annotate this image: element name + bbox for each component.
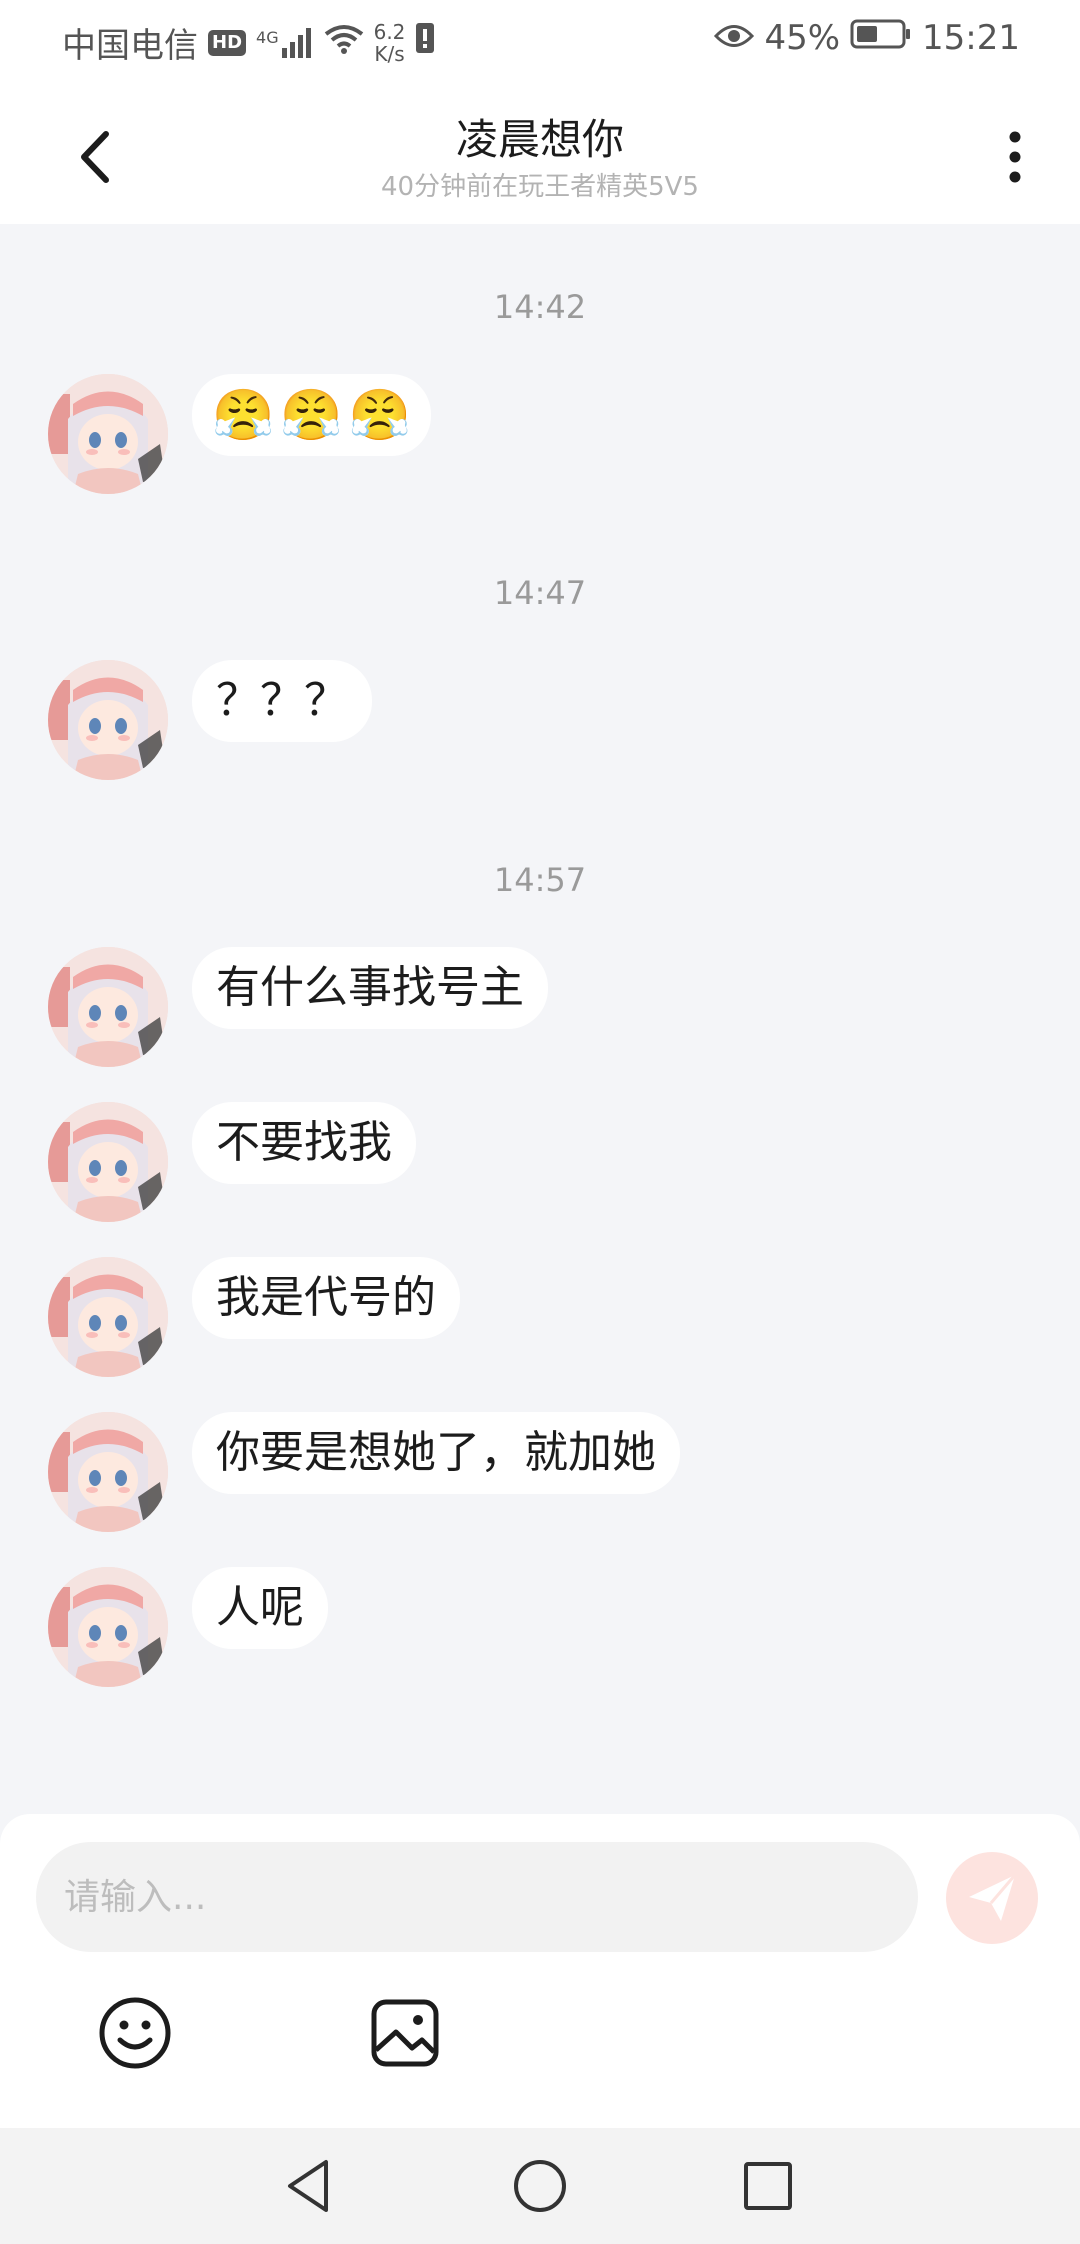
emoji: 😤 xyxy=(212,386,275,444)
contact-name: 凌晨想你 xyxy=(455,115,624,164)
message-bubble[interactable]: 人呢 xyxy=(192,1567,328,1649)
send-icon xyxy=(969,1874,1017,1921)
status-left: 中国电信 HD 4G 6.2 K/s xyxy=(62,18,435,67)
message-bubble[interactable]: 不要找我 xyxy=(192,1102,416,1184)
emoji: 😤 xyxy=(280,386,343,444)
timestamp: 14:42 xyxy=(493,288,587,326)
status-bar: 中国电信 HD 4G 6.2 K/s 45% 15:21 xyxy=(0,0,1080,82)
send-button[interactable] xyxy=(946,1852,1038,1944)
nav-recent-button[interactable] xyxy=(736,2154,800,2218)
eye-icon xyxy=(714,18,755,58)
message-row: 人呢 xyxy=(48,1567,328,1687)
message-bubble[interactable]: 你要是想她了，就加她 xyxy=(192,1412,680,1494)
message-row: 有什么事找号主 xyxy=(48,947,548,1067)
avatar[interactable] xyxy=(48,1257,168,1377)
nav-home-button[interactable] xyxy=(508,2154,572,2218)
square-recent-icon xyxy=(744,2162,792,2210)
battery-icon xyxy=(850,18,912,58)
message-bubble[interactable]: ？？？ xyxy=(192,660,372,742)
avatar[interactable] xyxy=(48,374,168,494)
circle-home-icon xyxy=(514,2160,566,2212)
wifi-icon xyxy=(324,23,364,63)
triangle-back-icon xyxy=(288,2160,328,2212)
message-row: 你要是想她了，就加她 xyxy=(48,1412,680,1532)
signal-icon: 4G xyxy=(256,27,314,58)
message-row: ？？？ xyxy=(48,660,372,780)
message-bubble[interactable]: 😤 😤 😤 xyxy=(192,374,431,456)
avatar[interactable] xyxy=(48,1102,168,1222)
hd-badge: HD xyxy=(208,29,247,56)
system-nav-bar xyxy=(0,2128,1080,2244)
message-row: 不要找我 xyxy=(48,1102,416,1222)
more-vertical-icon xyxy=(1009,131,1021,183)
emoji-button[interactable] xyxy=(96,1994,174,2072)
avatar[interactable] xyxy=(48,1412,168,1532)
notification-icon xyxy=(415,21,435,64)
carrier-label: 中国电信 xyxy=(62,26,198,66)
message-row: 我是代号的 xyxy=(48,1257,460,1377)
message-bubble[interactable]: 我是代号的 xyxy=(192,1257,460,1339)
avatar[interactable] xyxy=(48,660,168,780)
message-row: 😤 😤 😤 xyxy=(48,374,431,494)
message-bubble[interactable]: 有什么事找号主 xyxy=(192,947,548,1029)
timestamp: 14:57 xyxy=(493,861,587,899)
chat-area[interactable]: 14:42 😤 😤 😤 14:47 ？？？ 14:57 有什么事找号主 不要找我… xyxy=(0,224,1080,1814)
timestamp: 14:47 xyxy=(493,574,587,612)
contact-status: 40分钟前在玩王者精英5V5 xyxy=(381,172,699,202)
avatar[interactable] xyxy=(48,1567,168,1687)
battery-percent: 45% xyxy=(764,18,841,58)
nav-back-button[interactable] xyxy=(278,2154,342,2218)
smiley-icon xyxy=(99,1997,171,2069)
avatar[interactable] xyxy=(48,947,168,1067)
image-button[interactable] xyxy=(366,1994,444,2072)
message-composer xyxy=(0,1814,1080,2128)
clock: 15:21 xyxy=(922,18,1020,58)
status-right: 45% 15:21 xyxy=(714,18,1020,58)
message-input[interactable] xyxy=(36,1842,918,1952)
network-speed: 6.2 K/s xyxy=(373,19,406,66)
emoji: 😤 xyxy=(348,386,411,444)
more-options-button[interactable] xyxy=(990,122,1040,192)
chat-header: 凌晨想你 40分钟前在玩王者精英5V5 xyxy=(0,82,1080,224)
image-icon xyxy=(371,1999,439,2067)
